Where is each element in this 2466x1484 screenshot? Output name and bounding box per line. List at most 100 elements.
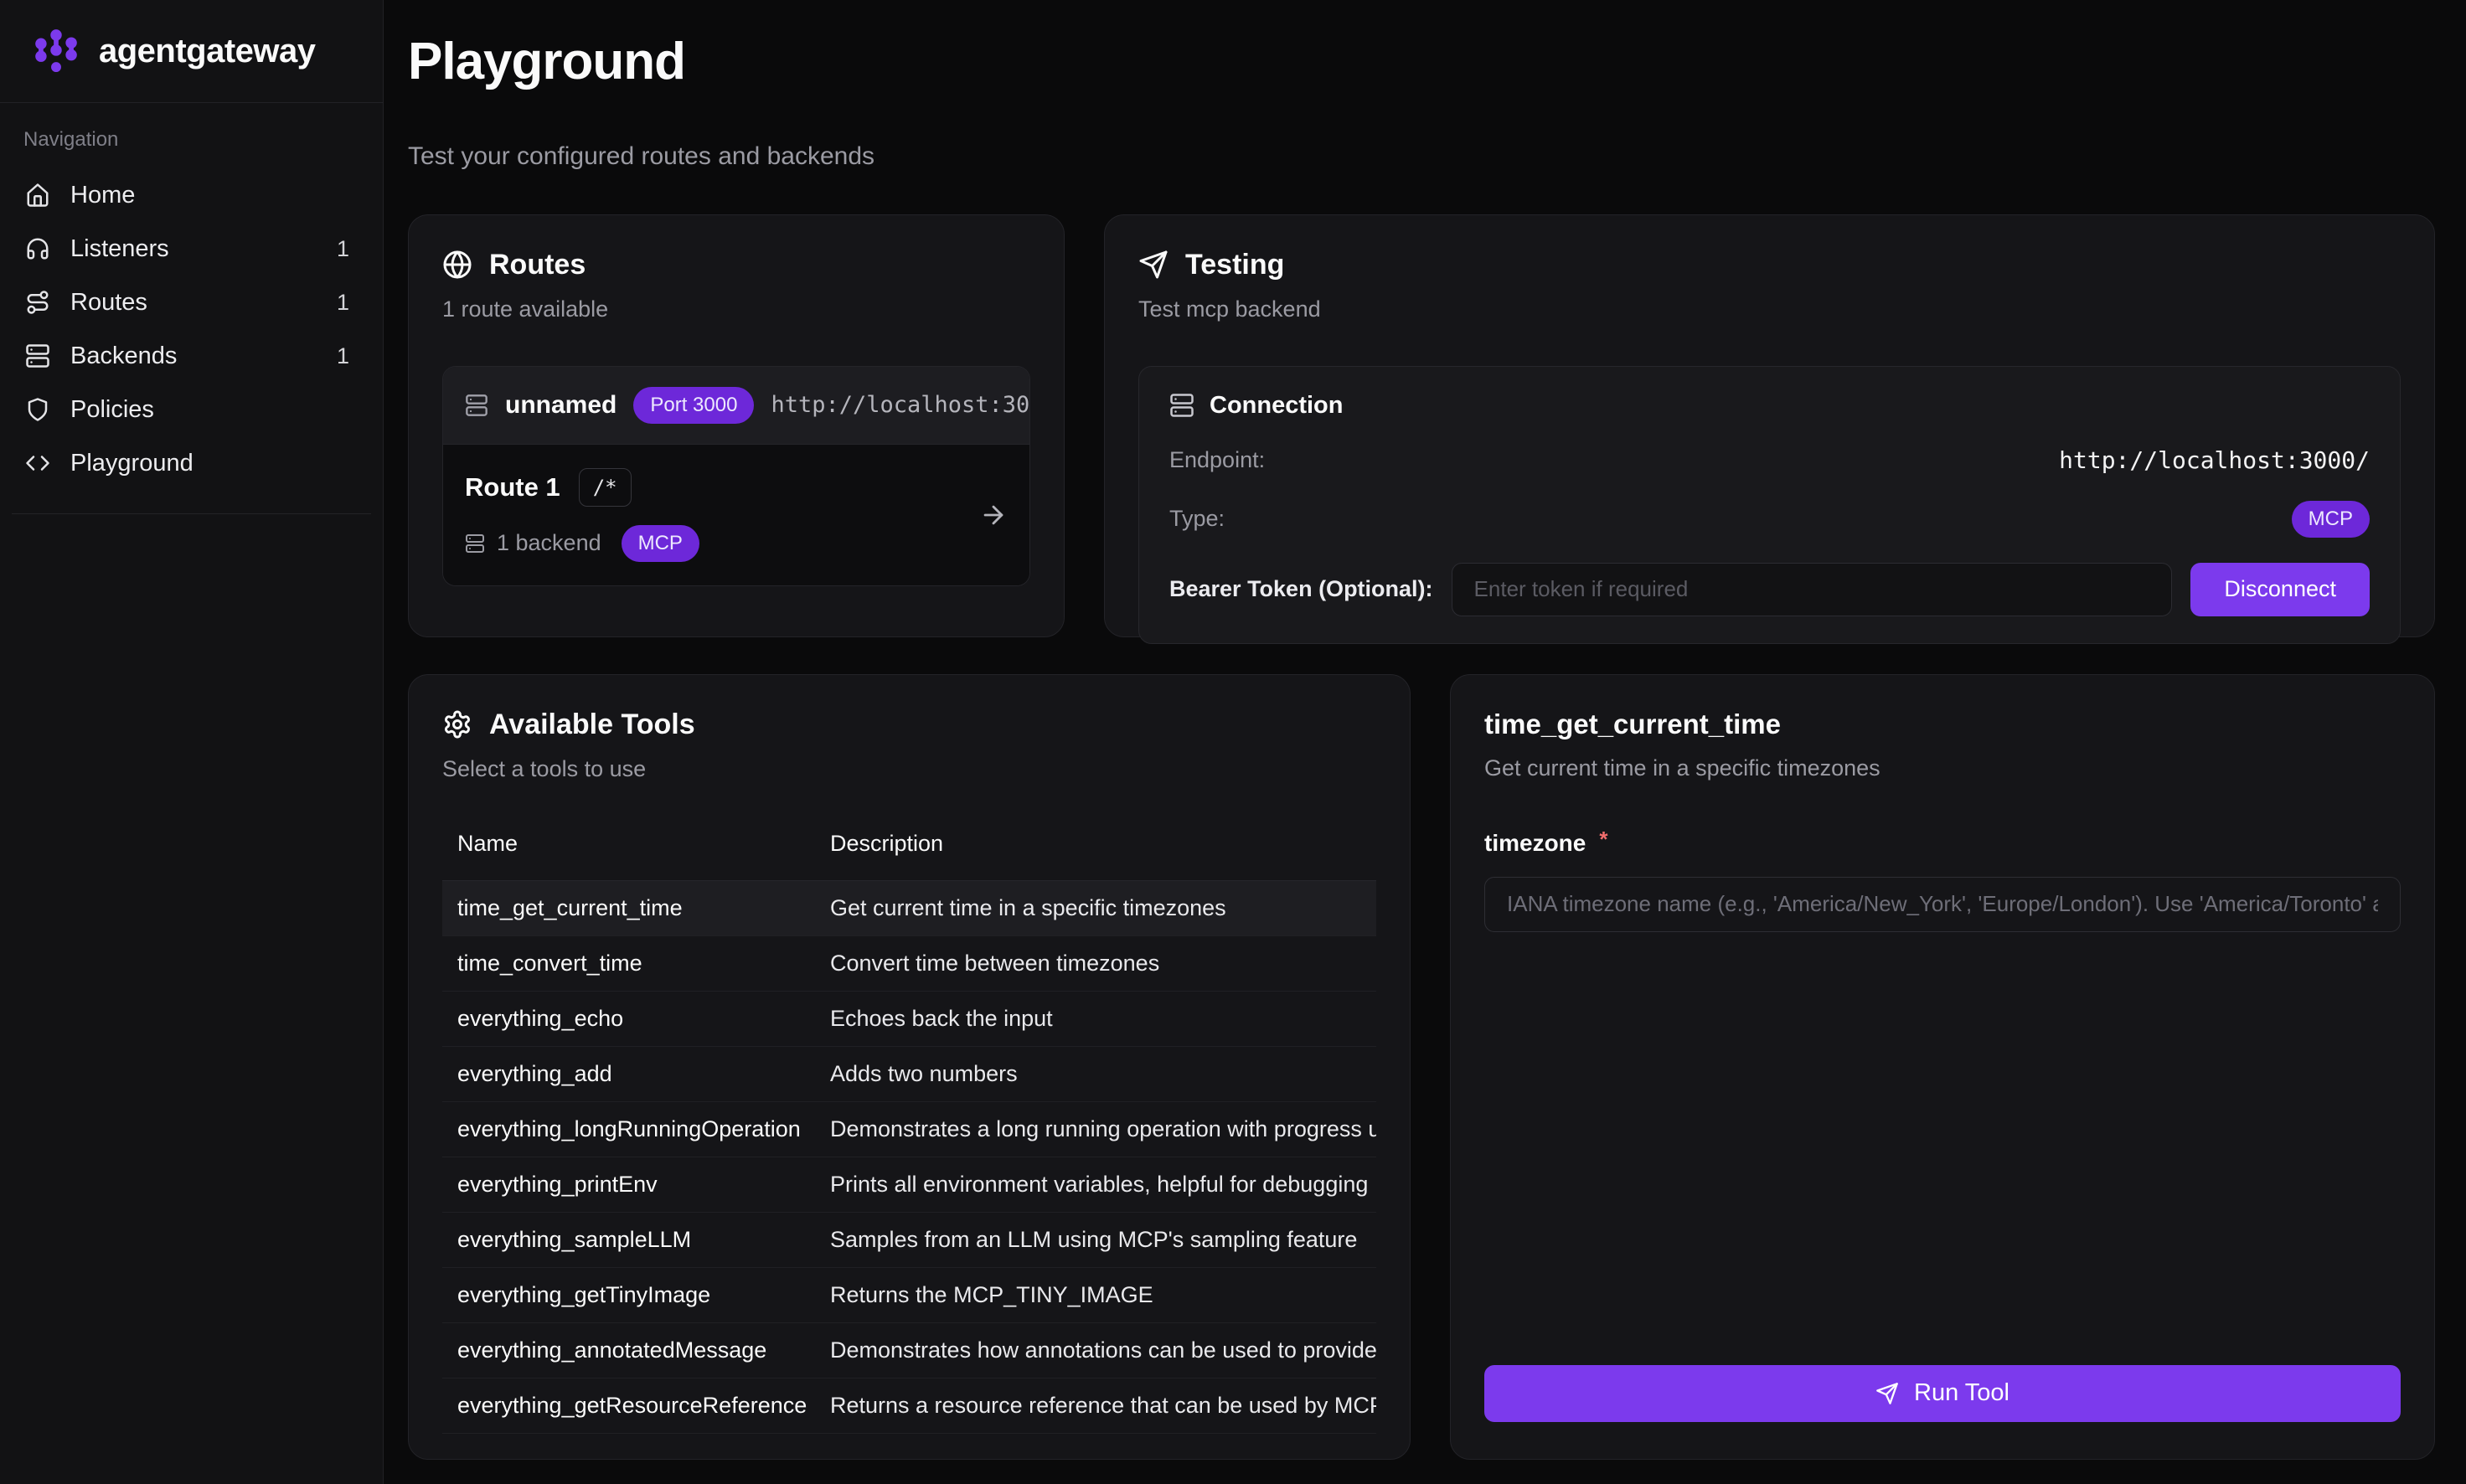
tool-description-cell: Convert time between timezones xyxy=(815,935,1376,991)
tool-description-cell: Samples from an LLM using MCP's sampling… xyxy=(815,1212,1376,1267)
table-row[interactable]: everything_annotatedMessage Demonstrates… xyxy=(442,1322,1376,1378)
shield-icon xyxy=(25,397,50,422)
nav-count-badge: 1 xyxy=(337,236,349,262)
routes-card-header: Routes xyxy=(442,249,1030,281)
tool-description-cell: Demonstrates how annotations can be used… xyxy=(815,1322,1376,1378)
tool-description-cell: Adds two numbers xyxy=(815,1046,1376,1101)
tool-name-cell: everything_printEnv xyxy=(442,1157,815,1212)
timezone-field-label: timezone * xyxy=(1484,830,2401,857)
route-icon xyxy=(25,290,50,315)
type-label: Type: xyxy=(1169,506,1225,532)
main-content: Playground Test your configured routes a… xyxy=(384,0,2466,1484)
tools-card-header: Available Tools xyxy=(442,709,1376,741)
tool-description-cell: Returns a resource reference that can be… xyxy=(815,1378,1376,1433)
tool-name-cell: everything_getTinyImage xyxy=(442,1267,815,1322)
table-row[interactable]: everything_printEnv Prints all environme… xyxy=(442,1157,1376,1212)
table-row[interactable]: time_get_current_time Get current time i… xyxy=(442,880,1376,935)
brand-header: agentgateway xyxy=(0,0,383,103)
tool-name-cell: everything_annotatedMessage xyxy=(442,1322,815,1378)
tool-name-cell: time_get_current_time xyxy=(442,880,815,935)
connection-header: Connection xyxy=(1169,392,2370,420)
table-row[interactable]: everything_getResourceReference Returns … xyxy=(442,1378,1376,1433)
table-row[interactable]: everything_echo Echoes back the input xyxy=(442,991,1376,1046)
gear-icon xyxy=(442,709,472,739)
code-icon xyxy=(25,451,50,476)
run-tool-label: Run Tool xyxy=(1914,1379,2009,1407)
column-header-name: Name xyxy=(442,831,815,881)
run-tool-button[interactable]: Run Tool xyxy=(1484,1365,2401,1422)
testing-card-subtitle: Test mcp backend xyxy=(1138,296,2401,322)
required-marker: * xyxy=(1599,827,1607,853)
table-row[interactable]: everything_getTinyImage Returns the MCP_… xyxy=(442,1267,1376,1322)
route-name: Route 1 xyxy=(465,472,560,502)
routes-card: Routes 1 route available unnamed Port 30… xyxy=(408,214,1065,637)
listener-url: http://localhost:3000/ xyxy=(771,392,1030,418)
bearer-token-input[interactable] xyxy=(1452,563,2173,616)
globe-icon xyxy=(442,250,472,280)
sidebar-item-listeners[interactable]: Listeners 1 xyxy=(12,222,371,276)
bearer-token-row: Bearer Token (Optional): Disconnect xyxy=(1169,563,2370,616)
timezone-input[interactable] xyxy=(1484,877,2401,932)
nav-section-label: Navigation xyxy=(12,128,371,152)
listener-group: unnamed Port 3000 http://localhost:3000/… xyxy=(442,366,1030,586)
tool-name-cell: everything_sampleLLM xyxy=(442,1212,815,1267)
table-row[interactable]: everything_longRunningOperation Demonstr… xyxy=(442,1101,1376,1157)
tool-name-cell: everything_add xyxy=(442,1046,815,1101)
tool-description-cell: Demonstrates a long running operation wi… xyxy=(815,1101,1376,1157)
nav-count-badge: 1 xyxy=(337,290,349,316)
listener-row: unnamed Port 3000 http://localhost:3000/ xyxy=(443,367,1029,444)
mcp-type-badge: MCP xyxy=(2292,501,2370,538)
tool-name-cell: everything_longRunningOperation xyxy=(442,1101,815,1157)
routes-card-subtitle: 1 route available xyxy=(442,296,1030,322)
tool-name-cell: everything_getResourceReference xyxy=(442,1378,815,1433)
table-row[interactable]: time_convert_time Convert time between t… xyxy=(442,935,1376,991)
available-tools-card: Available Tools Select a tools to use Na… xyxy=(408,674,1411,1460)
sidebar-item-backends[interactable]: Backends 1 xyxy=(12,329,371,383)
testing-card-title: Testing xyxy=(1185,249,1284,281)
agentgateway-logo-icon xyxy=(30,25,82,77)
bottom-cards-row: Available Tools Select a tools to use Na… xyxy=(408,674,2435,1460)
tool-name-cell: time_convert_time xyxy=(442,935,815,991)
sidebar: agentgateway Navigation Home Listeners 1… xyxy=(0,0,384,1484)
route-path-badge: /* xyxy=(579,468,632,507)
endpoint-value: http://localhost:3000/ xyxy=(2059,446,2370,474)
field-name: timezone xyxy=(1484,830,1586,857)
sidebar-item-policies[interactable]: Policies xyxy=(12,383,371,436)
tools-card-title: Available Tools xyxy=(489,709,695,741)
server-icon xyxy=(465,394,488,417)
send-icon xyxy=(1138,250,1169,280)
type-row: Type: MCP xyxy=(1169,501,2370,538)
tool-description-cell: Echoes back the input xyxy=(815,991,1376,1046)
brand-name: agentgateway xyxy=(99,33,316,70)
server-icon xyxy=(25,343,50,368)
route-info: Route 1 /* 1 backend MCP xyxy=(465,468,979,562)
sidebar-nav: Navigation Home Listeners 1 Routes 1 Bac… xyxy=(12,103,371,514)
tool-description-cell: Get current time in a specific timezones xyxy=(815,880,1376,935)
tools-table-header-row: Name Description xyxy=(442,831,1376,881)
disconnect-button[interactable]: Disconnect xyxy=(2190,563,2370,616)
endpoint-label: Endpoint: xyxy=(1169,447,1265,473)
server-icon xyxy=(465,533,485,554)
listener-name: unnamed xyxy=(505,391,616,420)
tool-subtitle: Get current time in a specific timezones xyxy=(1484,755,2401,781)
connection-title: Connection xyxy=(1210,392,1344,420)
testing-card: Testing Test mcp backend Connection Endp… xyxy=(1104,214,2435,637)
route-backend-count: 1 backend xyxy=(497,530,601,556)
table-row[interactable]: everything_add Adds two numbers xyxy=(442,1046,1376,1101)
nav-count-badge: 1 xyxy=(337,343,349,369)
sidebar-item-routes[interactable]: Routes 1 xyxy=(12,276,371,329)
sidebar-item-playground[interactable]: Playground xyxy=(12,436,371,490)
bearer-token-label: Bearer Token (Optional): xyxy=(1169,576,1433,602)
testing-card-header: Testing xyxy=(1138,249,2401,281)
tool-detail-panel: time_get_current_time Get current time i… xyxy=(1450,674,2435,1460)
sidebar-item-home[interactable]: Home xyxy=(12,168,371,222)
tool-title: time_get_current_time xyxy=(1484,709,2401,740)
arrow-right-icon xyxy=(979,501,1008,529)
nav-list: Home Listeners 1 Routes 1 Backends 1 Pol… xyxy=(12,168,371,490)
route-item[interactable]: Route 1 /* 1 backend MCP xyxy=(443,444,1029,585)
connection-panel: Connection Endpoint: http://localhost:30… xyxy=(1138,366,2401,644)
table-row[interactable]: everything_sampleLLM Samples from an LLM… xyxy=(442,1212,1376,1267)
tool-description-cell: Prints all environment variables, helpfu… xyxy=(815,1157,1376,1212)
tool-description-cell: Returns the MCP_TINY_IMAGE xyxy=(815,1267,1376,1322)
headphones-icon xyxy=(25,236,50,261)
